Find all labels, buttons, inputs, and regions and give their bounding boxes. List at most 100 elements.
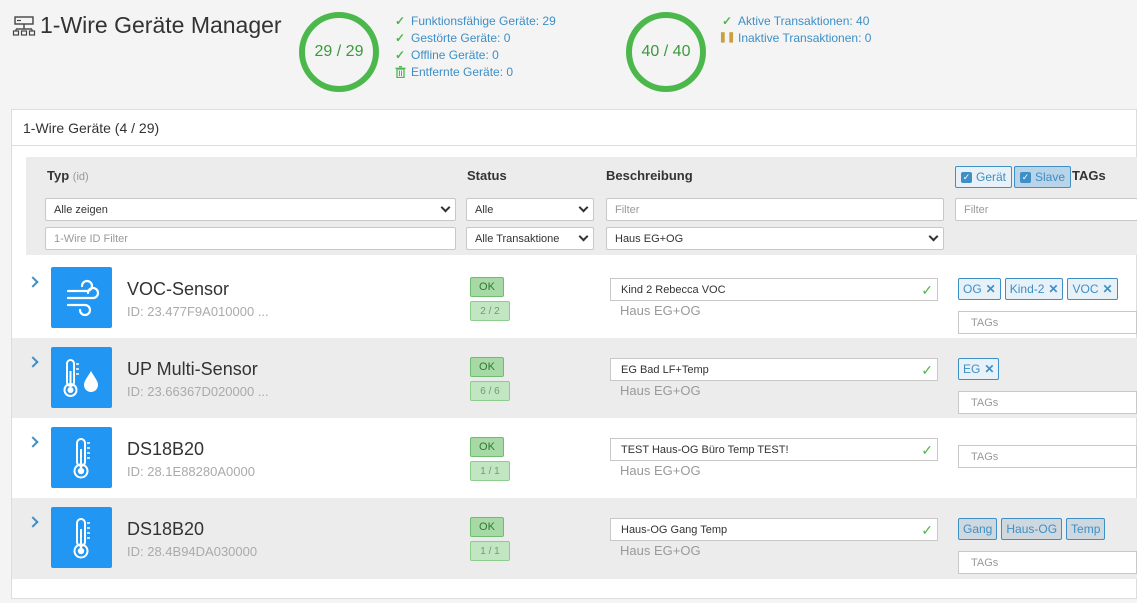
- toggle-device[interactable]: ✓ Gerät: [955, 166, 1013, 188]
- toggle-device-label: Gerät: [976, 170, 1007, 184]
- check-icon: ✓: [394, 13, 406, 28]
- tags-input[interactable]: TAGs: [958, 391, 1137, 414]
- filter-bar: Typ (id) Status Beschreibung ✓ Gerät ✓ S…: [26, 157, 1137, 255]
- device-id: ID: 28.4B94DA030000: [127, 544, 258, 559]
- devices-ring-label: 29 / 29: [314, 43, 364, 60]
- status-badge: OK: [470, 357, 504, 377]
- description-input[interactable]: EG Bad LF+Temp ✓: [610, 358, 938, 381]
- stat-label: Aktive Transaktionen: 40: [738, 13, 870, 28]
- device-location: Haus EG+OG: [620, 303, 701, 318]
- description-filter-input[interactable]: Filter: [606, 198, 944, 221]
- type-select[interactable]: Alle zeigen: [45, 198, 456, 221]
- page-title: 1-Wire Geräte Manager: [40, 12, 282, 38]
- device-name: DS18B20: [127, 519, 205, 539]
- thermometer-icon: [51, 507, 112, 568]
- tag-label: Haus-OG: [1006, 522, 1058, 536]
- tag[interactable]: Kind-2 ✕: [1004, 278, 1064, 300]
- check-icon: ✓: [921, 362, 933, 378]
- tag[interactable]: Haus-OG: [1001, 518, 1063, 540]
- tags-input[interactable]: TAGs: [958, 445, 1137, 468]
- toggle-slave[interactable]: ✓ Slave: [1014, 166, 1072, 188]
- description-input[interactable]: Kind 2 Rebecca VOC ✓: [610, 278, 938, 301]
- chevron-right-icon[interactable]: [27, 516, 39, 528]
- device-name: VOC-Sensor: [127, 279, 230, 299]
- close-icon[interactable]: ✕: [984, 362, 994, 376]
- table-row: DS18B20 ID: 28.1E88280A0000 OK 1 / 1 TES…: [12, 418, 1137, 498]
- check-icon: ✓: [921, 442, 933, 458]
- description-input[interactable]: Haus-OG Gang Temp ✓: [610, 518, 938, 541]
- panel-heading: 1-Wire Geräte (4 / 29): [12, 110, 1136, 146]
- tag-list: OG ✕ Kind-2 ✕ VOC ✕: [958, 278, 1122, 300]
- tags-filter-input[interactable]: Filter: [955, 198, 1137, 221]
- chevron-right-icon[interactable]: [27, 276, 39, 288]
- status-badge: OK: [470, 277, 504, 297]
- chevron-right-icon[interactable]: [27, 356, 39, 368]
- devices-ring: 29 / 29: [299, 12, 379, 92]
- count-badge: 1 / 1: [470, 541, 510, 561]
- count-badge: 2 / 2: [470, 301, 510, 321]
- device-id: ID: 23.477F9A010000 ...: [127, 304, 269, 319]
- thermometer-drop-icon: [51, 347, 112, 408]
- tag[interactable]: EG ✕: [958, 358, 1000, 380]
- device-id: ID: 23.66367D020000 ...: [127, 384, 269, 399]
- tag-list: Gang Haus-OG Temp: [958, 518, 1109, 540]
- stat-label: Funktionsfähige Geräte: 29: [411, 13, 556, 28]
- transaction-stats: ✓ Aktive Transaktionen: 40 ❚❚ Inaktive Tra…: [719, 12, 872, 46]
- check-icon: ✓: [721, 13, 733, 28]
- close-icon[interactable]: ✕: [1048, 282, 1058, 296]
- table-row: VOC-Sensor ID: 23.477F9A010000 ... OK 2 …: [12, 258, 1137, 338]
- status-select[interactable]: Alle: [466, 198, 594, 221]
- status-select-value: Alle: [475, 203, 494, 216]
- type-select-value: Alle zeigen: [54, 203, 108, 216]
- chevron-down-icon: [578, 202, 589, 213]
- col-status-header: Status: [467, 168, 507, 183]
- description-input[interactable]: TEST Haus-OG Büro Temp TEST! ✓: [610, 438, 938, 461]
- thermometer-icon: [51, 427, 112, 488]
- location-select-value: Haus EG+OG: [615, 232, 684, 245]
- stat-faulty[interactable]: ✓ Gestörte Geräte: 0: [393, 29, 556, 46]
- close-icon[interactable]: ✕: [986, 282, 996, 296]
- id-filter-input[interactable]: 1-Wire ID Filter: [45, 227, 456, 250]
- col-type-header: Typ (id): [47, 168, 89, 183]
- transactions-ring: 40 / 40: [626, 12, 706, 92]
- stat-active-transactions[interactable]: ✓ Aktive Transaktionen: 40: [720, 12, 871, 29]
- tag-label: Kind-2: [1009, 282, 1045, 296]
- tags-input[interactable]: TAGs: [958, 311, 1137, 334]
- transactions-ring-label: 40 / 40: [641, 43, 691, 60]
- tag[interactable]: Gang: [958, 518, 998, 540]
- table-row: UP Multi-Sensor ID: 23.66367D020000 ... …: [12, 338, 1137, 418]
- device-stats: ✓ Funktionsfähige Geräte: 29 ✓ Gestörte Ge…: [393, 12, 556, 80]
- toggle-slave-label: Slave: [1035, 170, 1066, 184]
- stat-functional[interactable]: ✓ Funktionsfähige Geräte: 29: [393, 12, 556, 29]
- stat-label: Inaktive Transaktionen: 0: [738, 30, 872, 45]
- tag[interactable]: Temp: [1066, 518, 1106, 540]
- close-icon[interactable]: ✕: [1103, 282, 1113, 296]
- checkbox-checked-icon: ✓: [1020, 171, 1031, 183]
- description-value: EG Bad LF+Temp: [621, 363, 709, 376]
- location-select[interactable]: Haus EG+OG: [606, 227, 944, 250]
- chevron-right-icon[interactable]: [27, 436, 39, 448]
- count-badge: 1 / 1: [470, 461, 510, 481]
- tag[interactable]: OG ✕: [958, 278, 1001, 300]
- tag-label: OG: [963, 282, 982, 296]
- description-value: Kind 2 Rebecca VOC: [621, 283, 726, 296]
- device-name: DS18B20: [127, 439, 205, 459]
- status-badge: OK: [470, 437, 504, 457]
- tag-list: EG ✕: [958, 358, 1003, 380]
- tag-label: EG: [963, 362, 981, 376]
- transaction-select[interactable]: Alle Transaktione: [466, 227, 594, 250]
- chevron-down-icon: [440, 202, 451, 213]
- table-row: DS18B20 ID: 28.4B94DA030000 OK 1 / 1 Hau…: [12, 498, 1137, 579]
- status-badge: OK: [470, 517, 504, 537]
- device-name: UP Multi-Sensor: [127, 359, 258, 379]
- stat-inactive-transactions[interactable]: ❚❚ Inaktive Transaktionen: 0: [719, 29, 872, 46]
- chevron-down-icon: [928, 231, 939, 242]
- network-icon: [12, 15, 36, 36]
- tags-input[interactable]: TAGs: [958, 551, 1137, 574]
- stat-offline[interactable]: ✓ Offline Geräte: 0: [393, 46, 556, 63]
- device-location: Haus EG+OG: [620, 383, 701, 398]
- stat-removed[interactable]: Entfernte Geräte: 0: [393, 63, 556, 80]
- tag-label: Temp: [1071, 522, 1101, 536]
- tag[interactable]: VOC ✕: [1067, 278, 1118, 300]
- stat-label: Offline Geräte: 0: [411, 47, 499, 62]
